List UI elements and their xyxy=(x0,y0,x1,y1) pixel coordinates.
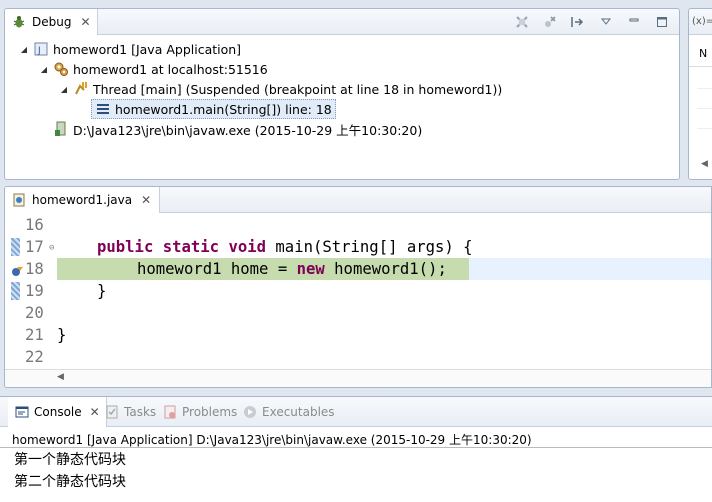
maximize-icon[interactable] xyxy=(653,13,671,31)
console-output-line[interactable]: 第一个静态代码块 xyxy=(14,449,126,469)
breakpoint-instruction-pointer-icon[interactable] xyxy=(11,262,25,276)
tree-item-launch-label: homeword1 [Java Application] xyxy=(53,41,242,57)
scroll-left-icon[interactable]: ◀ xyxy=(689,159,712,175)
list-item xyxy=(697,109,712,129)
line-number: 16 xyxy=(25,216,44,234)
java-application-icon: J xyxy=(33,41,49,57)
fold-collapse-icon[interactable]: ⊖ xyxy=(49,237,54,259)
code-line-current: 18 homeword1 home = new homeword1(); xyxy=(5,258,711,280)
code-text: homeword1 home = new homeword1(); xyxy=(137,260,447,278)
tab-console-label: Console xyxy=(34,405,82,419)
variables-name-column-label: N xyxy=(699,47,708,60)
tab-console[interactable]: Console ✕ xyxy=(8,397,107,427)
use-step-filters-icon[interactable] xyxy=(569,13,587,31)
tree-item-process[interactable]: D:\Java123\jre\bin\javaw.exe (2015-10-29… xyxy=(53,119,422,139)
remove-all-terminated-icon[interactable] xyxy=(513,13,531,31)
code-area[interactable]: 16 17 ⊖ public static void main(String[]… xyxy=(5,214,711,368)
divider xyxy=(0,447,712,448)
code-line: 16 xyxy=(5,214,711,236)
console-tab-strip: Console ✕ Tasks Problems Executables xyxy=(0,397,712,427)
console-view: Console ✕ Tasks Problems Executables hom… xyxy=(0,396,712,502)
tree-item-process-label: D:\Java123\jre\bin\javaw.exe (2015-10-29… xyxy=(73,122,423,138)
code-line: 19 } xyxy=(5,280,711,302)
line-number: 22 xyxy=(25,348,44,366)
view-menu-icon[interactable] xyxy=(597,13,615,31)
process-icon xyxy=(53,121,69,137)
editor-tab-label: homeword1.java xyxy=(32,193,133,207)
line-number: 19 xyxy=(25,282,44,300)
tab-problems-label: Problems xyxy=(182,405,238,419)
tab-problems[interactable]: Problems xyxy=(162,397,237,427)
debug-toolbar xyxy=(513,13,671,31)
stack-frame-icon xyxy=(95,101,111,117)
scroll-left-icon[interactable]: ◀ xyxy=(57,372,64,382)
tasks-icon xyxy=(104,404,120,420)
tree-item-stack-frame[interactable]: homeword1.main(String[]) line: 18 xyxy=(91,99,336,119)
line-number: 17 xyxy=(25,238,44,256)
expanded-twisty-icon[interactable]: ◢ xyxy=(39,65,49,74)
suspended-thread-icon xyxy=(73,81,89,97)
code-line: 17 ⊖ public static void main(String[] ar… xyxy=(5,236,711,258)
debug-bug-icon xyxy=(11,14,27,30)
variables-tab-label: (x)= xyxy=(692,16,712,27)
expanded-twisty-icon[interactable]: ◢ xyxy=(19,45,29,54)
code-line: 21 } xyxy=(5,324,711,346)
tree-item-thread-label: Thread [main] (Suspended (breakpoint at … xyxy=(93,81,503,97)
minimize-icon[interactable] xyxy=(625,13,643,31)
close-icon[interactable]: ✕ xyxy=(80,15,90,29)
tab-tasks-label: Tasks xyxy=(124,405,157,419)
tree-item-target[interactable]: ◢ homeword1 at localhost:51516 xyxy=(39,59,268,79)
tab-executables[interactable]: Executables xyxy=(242,397,335,427)
tree-item-thread[interactable]: ◢ Thread [main] (Suspended (breakpoint a… xyxy=(59,79,502,99)
skip-breakpoints-icon[interactable] xyxy=(541,13,559,31)
expanded-twisty-icon[interactable]: ◢ xyxy=(59,85,69,94)
list-item xyxy=(697,69,712,89)
annotation-marker xyxy=(11,238,20,256)
variables-view: (x)= N ◀ xyxy=(688,8,712,180)
debug-view: Debug ✕ ◢ J homeword1 [Java Application]… xyxy=(4,8,680,180)
executables-icon xyxy=(242,404,258,420)
problems-icon xyxy=(162,404,178,420)
tree-item-target-label: homeword1 at localhost:51516 xyxy=(73,61,268,77)
line-number: 20 xyxy=(25,304,44,322)
tab-tasks[interactable]: Tasks xyxy=(104,397,156,427)
debug-target-icon xyxy=(53,61,69,77)
editor-view: homeword1.java ✕ 16 17 ⊖ public static v… xyxy=(4,186,712,388)
code-line: 22 xyxy=(5,346,711,368)
code-line: 20 xyxy=(5,302,711,324)
variables-rows xyxy=(697,69,712,129)
tab-executables-label: Executables xyxy=(262,405,335,419)
svg-text:J: J xyxy=(37,46,41,56)
line-number: 18 xyxy=(25,260,44,278)
variables-name-column[interactable]: N xyxy=(689,47,712,67)
editor-tab[interactable]: homeword1.java ✕ xyxy=(5,187,161,213)
line-number: 21 xyxy=(25,326,44,344)
debug-tab-strip: Debug ✕ xyxy=(5,9,679,35)
code-text: } xyxy=(57,326,67,344)
variables-tab[interactable]: (x)= xyxy=(689,9,712,35)
console-process-header: homeword1 [Java Application] D:\Java123\… xyxy=(12,433,532,447)
console-output-line[interactable]: 第二个静态代码块 xyxy=(14,471,126,491)
horizontal-scrollbar[interactable]: ◀ xyxy=(5,369,711,387)
debug-tab[interactable]: Debug ✕ xyxy=(5,9,98,35)
close-icon[interactable]: ✕ xyxy=(90,405,100,419)
debug-tab-label: Debug xyxy=(32,15,72,29)
code-text: } xyxy=(97,282,107,300)
code-text: public static void main(String[] args) { xyxy=(97,238,473,256)
close-icon[interactable]: ✕ xyxy=(141,193,151,207)
editor-tab-strip: homeword1.java ✕ xyxy=(5,187,711,213)
tree-item-launch[interactable]: ◢ J homeword1 [Java Application] xyxy=(19,39,241,59)
tree-item-stack-frame-label: homeword1.main(String[]) line: 18 xyxy=(115,101,332,117)
console-icon xyxy=(14,404,30,420)
list-item xyxy=(697,89,712,109)
java-file-icon xyxy=(11,192,27,208)
annotation-marker xyxy=(11,282,20,300)
